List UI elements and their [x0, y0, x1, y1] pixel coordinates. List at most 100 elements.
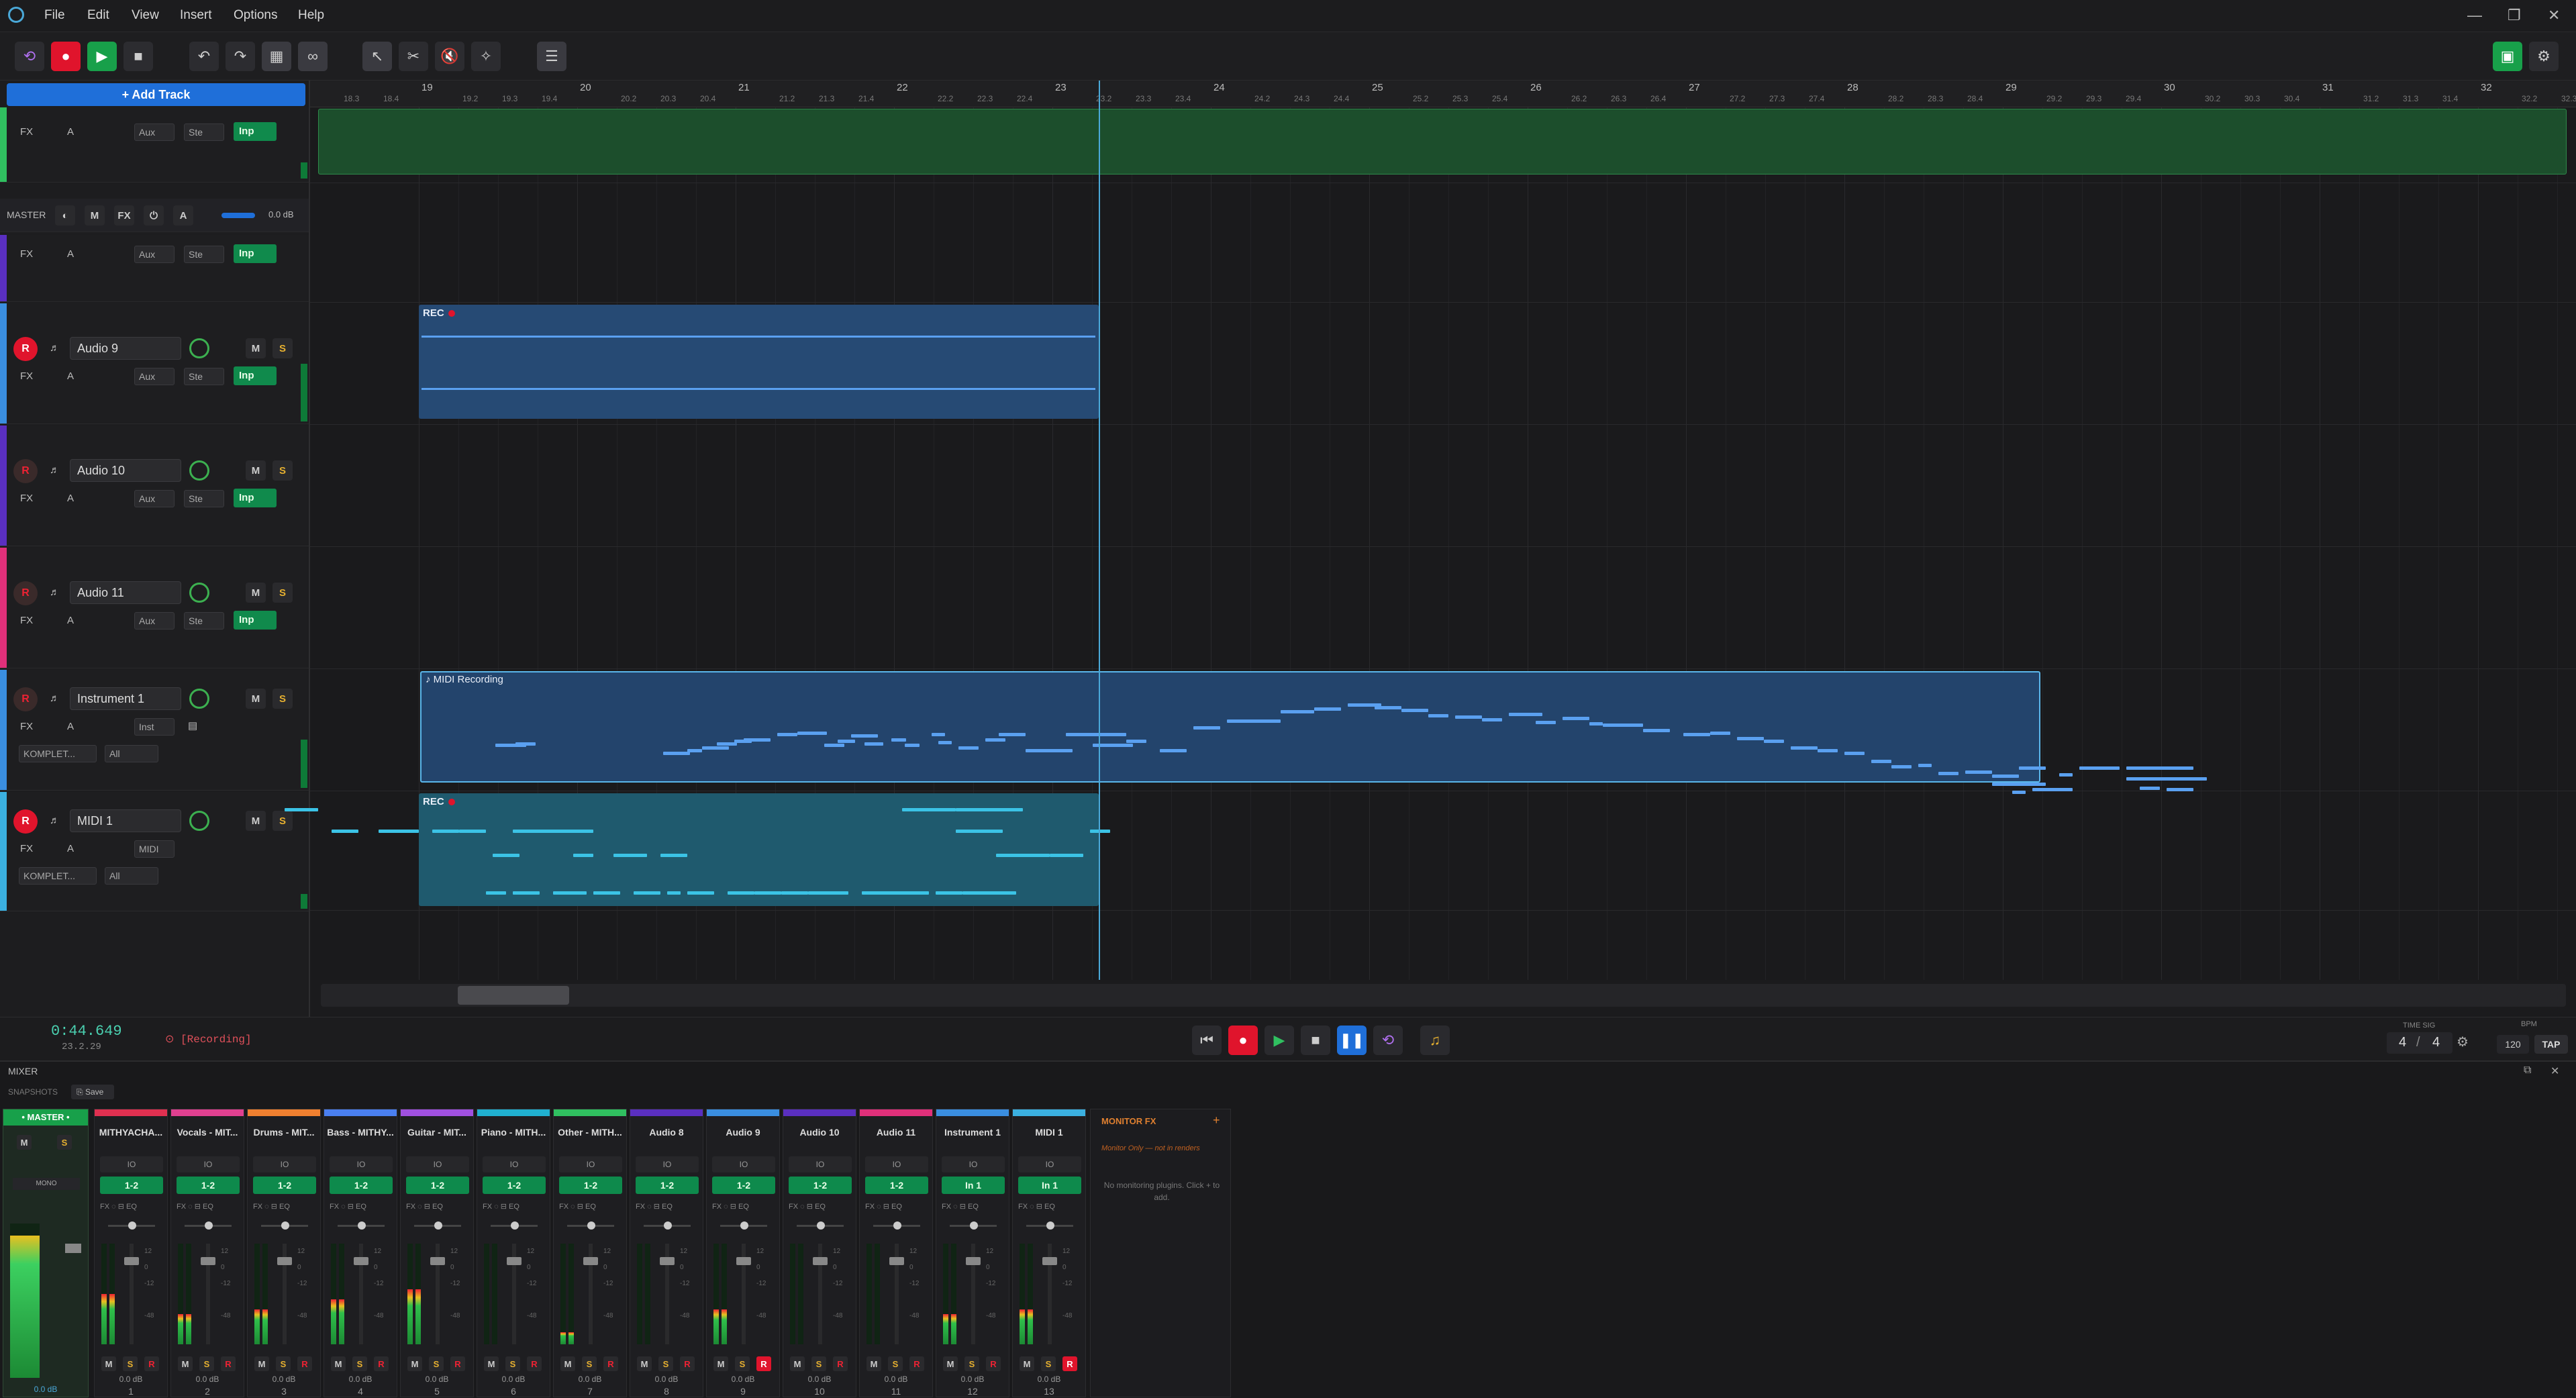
midi-note[interactable] [332, 830, 358, 833]
strip-mute-button[interactable]: M [484, 1356, 499, 1371]
strip-solo-button[interactable]: S [352, 1356, 367, 1371]
menu-view[interactable]: View [132, 8, 159, 23]
strip-output-route[interactable]: 1-2 [330, 1177, 393, 1194]
fader-handle[interactable] [354, 1257, 368, 1265]
midi-note[interactable] [687, 891, 714, 895]
strip-io-button[interactable]: IO [712, 1156, 775, 1172]
midi-note[interactable] [1536, 721, 1556, 724]
strip-output-route[interactable]: 1-2 [483, 1177, 546, 1194]
audio-9-recording-clip[interactable]: REC [419, 305, 1099, 419]
midi-note[interactable] [728, 891, 754, 895]
strip-fader[interactable] [201, 1244, 215, 1344]
strip-pan-slider[interactable] [873, 1221, 920, 1230]
strip-mute-button[interactable]: M [943, 1356, 958, 1371]
midi-note[interactable] [797, 732, 827, 735]
midi-note[interactable] [862, 891, 929, 895]
strip-record-button[interactable]: R [450, 1356, 465, 1371]
fx-button[interactable]: FX [20, 493, 33, 504]
midi-note[interactable] [985, 738, 1005, 742]
midi-channel-select[interactable]: All [105, 745, 158, 762]
pan-handle[interactable] [587, 1221, 595, 1230]
midi-note[interactable] [1090, 830, 1110, 833]
channel-select[interactable]: Ste [184, 123, 224, 141]
strip-fx-eq[interactable]: FX ◌ ⊟ EQ [177, 1202, 240, 1215]
pan-knob[interactable] [189, 338, 209, 358]
mute-button[interactable]: M [246, 689, 266, 709]
strip-pan-slider[interactable] [797, 1221, 844, 1230]
record-arm-button[interactable]: R [13, 337, 38, 361]
strip-fx-eq[interactable]: FX ◌ ⊟ EQ [789, 1202, 852, 1215]
strip-io-button[interactable]: IO [100, 1156, 163, 1172]
midi-note[interactable] [905, 744, 920, 747]
midi-note[interactable] [1050, 854, 1083, 857]
channel-select[interactable]: Ste [184, 368, 224, 385]
midi-note[interactable] [2140, 787, 2160, 790]
strip-record-button[interactable]: R [1062, 1356, 1077, 1371]
strip-fader[interactable] [736, 1244, 751, 1344]
midi-channel-select[interactable]: All [105, 867, 158, 885]
pan-handle[interactable] [281, 1221, 289, 1230]
master-automation-button[interactable]: A [173, 205, 193, 226]
midi-note[interactable] [593, 891, 620, 895]
tap-tempo-button[interactable]: TAP [2534, 1035, 2568, 1054]
solo-button[interactable]: S [273, 689, 293, 709]
pan-knob[interactable] [189, 689, 209, 709]
record-button[interactable]: ● [51, 42, 81, 71]
midi-note[interactable] [493, 854, 519, 857]
master-mono-icon[interactable]: ◐ [55, 205, 75, 226]
pan-handle[interactable] [817, 1221, 825, 1230]
midi-note[interactable] [1314, 707, 1341, 711]
automation-button[interactable]: A [67, 248, 74, 260]
midi-note[interactable] [1227, 719, 1281, 723]
midi-note[interactable] [2079, 766, 2120, 770]
input-select[interactable]: Inp [234, 611, 277, 630]
strip-record-button[interactable]: R [680, 1356, 695, 1371]
mute-button[interactable]: M [246, 460, 266, 481]
strip-fader[interactable] [277, 1244, 292, 1344]
strip-output-route[interactable]: In 1 [1018, 1177, 1081, 1194]
strip-fader[interactable] [354, 1244, 368, 1344]
timesig-numerator[interactable]: 4 [2399, 1035, 2406, 1050]
midi-note[interactable] [838, 740, 855, 743]
record-arm-button[interactable]: R [13, 687, 38, 711]
strip-output-route[interactable]: 1-2 [636, 1177, 699, 1194]
strip-solo-button[interactable]: S [582, 1356, 597, 1371]
midi-note[interactable] [1764, 740, 1784, 743]
midi-note[interactable] [1428, 714, 1448, 717]
midi-note[interactable] [777, 733, 797, 736]
midi-note[interactable] [851, 734, 878, 738]
fader-handle[interactable] [813, 1257, 828, 1265]
io-select[interactable]: Aux [134, 490, 175, 507]
strip-fx-eq[interactable]: FX ◌ ⊟ EQ [406, 1202, 469, 1215]
redo-icon[interactable]: ↷ [226, 42, 255, 71]
midi-note[interactable] [1965, 770, 1992, 774]
strip-pan-slider[interactable] [720, 1221, 767, 1230]
strip-io-button[interactable]: IO [1018, 1156, 1081, 1172]
strip-pan-slider[interactable] [338, 1221, 385, 1230]
record-arm-button[interactable]: R [13, 459, 38, 483]
plugin-select[interactable]: KOMPLET... [19, 745, 97, 762]
input-select[interactable]: Inp [234, 244, 277, 263]
menu-edit[interactable]: Edit [87, 8, 109, 23]
strip-fx-eq[interactable]: FX ◌ ⊟ EQ [330, 1202, 393, 1215]
midi-note[interactable] [1871, 760, 1891, 763]
midi-note[interactable] [553, 891, 587, 895]
metronome-icon[interactable]: ♫ [1420, 1026, 1450, 1055]
midi-note[interactable] [1509, 713, 1542, 716]
track-name[interactable]: Audio 9 [70, 337, 181, 360]
mixer-close-icon[interactable]: ✕ [2550, 1064, 2559, 1078]
strip-mute-button[interactable]: M [866, 1356, 881, 1371]
midi-note[interactable] [663, 752, 690, 755]
master-mute-button[interactable]: M [85, 205, 105, 226]
midi-note[interactable] [515, 742, 536, 746]
midi-note[interactable] [744, 738, 771, 742]
midi-note[interactable] [902, 808, 956, 811]
strip-output-route[interactable]: 1-2 [177, 1177, 240, 1194]
midi-note[interactable] [936, 891, 962, 895]
master-volume-slider[interactable] [221, 213, 255, 218]
strip-io-button[interactable]: IO [406, 1156, 469, 1172]
master-strip-solo[interactable]: S [57, 1135, 72, 1150]
automation-button[interactable]: A [67, 493, 74, 504]
rewind-button[interactable]: ⏮ [1192, 1026, 1222, 1055]
strip-output-route[interactable]: 1-2 [100, 1177, 163, 1194]
